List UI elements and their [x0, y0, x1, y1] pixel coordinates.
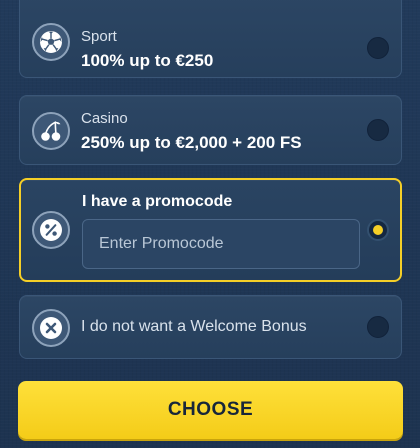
close-icon: [32, 309, 70, 347]
bonus-option-casino[interactable]: Casino 250% up to €2,000 + 200 FS: [19, 95, 402, 165]
bonus-option-sport[interactable]: Sport 100% up to €250: [19, 0, 402, 78]
bonus-option-promocode[interactable]: I have a promocode: [19, 178, 402, 282]
percent-icon: [32, 211, 70, 249]
radio-dot: [373, 225, 383, 235]
promocode-input[interactable]: [82, 219, 360, 269]
bonus-option-title: 100% up to €250: [81, 51, 214, 70]
bonus-option-title: 250% up to €2,000 + 200 FS: [81, 133, 302, 152]
bonus-option-title: I have a promocode: [82, 193, 233, 210]
bonus-selection-page: Sport 100% up to €250 Casino 250% up to …: [0, 0, 420, 448]
bonus-option-label: Sport: [81, 28, 117, 45]
radio-button[interactable]: [367, 37, 389, 59]
cherries-icon: [32, 112, 70, 150]
choose-button[interactable]: CHOOSE: [18, 381, 403, 439]
radio-button-selected[interactable]: [367, 219, 389, 241]
soccer-ball-icon: [32, 23, 70, 61]
bonus-option-label: I do not want a Welcome Bonus: [81, 318, 307, 335]
bonus-option-label: Casino: [81, 110, 128, 127]
bonus-option-no-bonus[interactable]: I do not want a Welcome Bonus: [19, 295, 402, 359]
radio-button[interactable]: [367, 316, 389, 338]
radio-button[interactable]: [367, 119, 389, 141]
